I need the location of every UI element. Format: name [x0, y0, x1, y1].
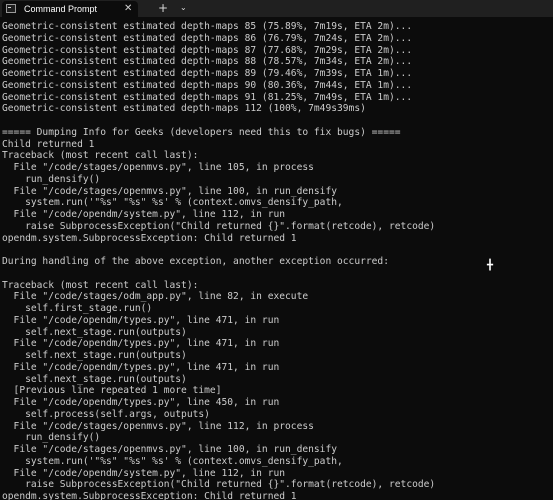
tab-title: Command Prompt: [24, 4, 98, 14]
console-line: system.run('"%s" "%s" %s' % (context.omv…: [2, 455, 343, 467]
console-line: opendm.system.SubprocessException: Child…: [2, 232, 297, 244]
terminal-icon: [6, 4, 16, 13]
console-line: self.process(self.args, outputs): [2, 408, 210, 420]
mouse-cursor-icon: ╋: [487, 260, 494, 271]
console-line: Child returned 1: [2, 138, 95, 150]
console-line: File "/code/stages/openmvs.py", line 100…: [2, 444, 338, 455]
console-line: system.run('"%s" "%s" %s' % (context.omv…: [2, 197, 343, 209]
console-line: File "/code/opendm/system.py", line 112,…: [2, 209, 286, 220]
console-output[interactable]: Geometric-consistent estimated depth-map…: [2, 21, 551, 500]
console-line: self.next_stage.run(outputs): [2, 350, 187, 361]
console-line: File "/code/stages/openmvs.py", line 112…: [2, 420, 314, 432]
close-tab-icon[interactable]: ✕: [124, 2, 132, 15]
tab-command-prompt[interactable]: Command Prompt ✕: [2, 1, 138, 17]
console-line: Geometric-consistent estimated depth-map…: [2, 68, 413, 79]
console-line: File "/code/opendm/types.py", line 450, …: [2, 397, 280, 408]
console-line: Geometric-consistent estimated depth-map…: [2, 44, 413, 56]
console-line: run_densify(): [2, 432, 101, 444]
console-line: Geometric-consistent estimated depth-map…: [2, 103, 366, 115]
console-line: Traceback (most recent call last):: [2, 279, 199, 291]
console-line: File "/code/stages/openmvs.py", line 105…: [2, 162, 314, 173]
console-line: Geometric-consistent estimated depth-map…: [2, 91, 413, 103]
console-line: Geometric-consistent estimated depth-map…: [2, 21, 413, 32]
console-line: File "/code/stages/openmvs.py", line 100…: [2, 185, 338, 197]
console-line: [Previous line repeated 1 more time]: [2, 385, 222, 397]
console-line: run_densify(): [2, 173, 101, 185]
console-line: File "/code/opendm/types.py", line 471, …: [2, 361, 280, 373]
console-line: opendm.system.SubprocessException: Child…: [2, 491, 297, 500]
chevron-down-icon[interactable]: ⌄: [180, 1, 187, 15]
terminal-window: Command Prompt ✕ + ⌄ Geometric-consisten…: [0, 0, 553, 500]
console-line: Traceback (most recent call last):: [2, 150, 199, 162]
console-line: File "/code/stages/odm_app.py", line 82,…: [2, 291, 309, 303]
console-line: raise SubprocessException("Child returne…: [2, 220, 436, 232]
console-line: self.next_stage.run(outputs): [2, 373, 187, 385]
console-line: self.next_stage.run(outputs): [2, 326, 187, 338]
console-line: File "/code/opendm/types.py", line 471, …: [2, 338, 280, 350]
tab-bar: Command Prompt ✕ + ⌄: [0, 0, 553, 17]
console-line: Geometric-consistent estimated depth-map…: [2, 79, 413, 91]
console-line: raise SubprocessException("Child returne…: [2, 479, 436, 491]
new-tab-button[interactable]: +: [158, 0, 168, 16]
console-line: Geometric-consistent estimated depth-map…: [2, 32, 413, 44]
console-line: Geometric-consistent estimated depth-map…: [2, 56, 413, 68]
console-line: self.first_stage.run(): [2, 303, 153, 314]
console-line: File "/code/opendm/system.py", line 112,…: [2, 467, 286, 479]
console-line: During handling of the above exception, …: [2, 256, 389, 267]
console-line: File "/code/opendm/types.py", line 471, …: [2, 314, 280, 326]
console-line: ===== Dumping Info for Geeks (developers…: [2, 126, 401, 138]
